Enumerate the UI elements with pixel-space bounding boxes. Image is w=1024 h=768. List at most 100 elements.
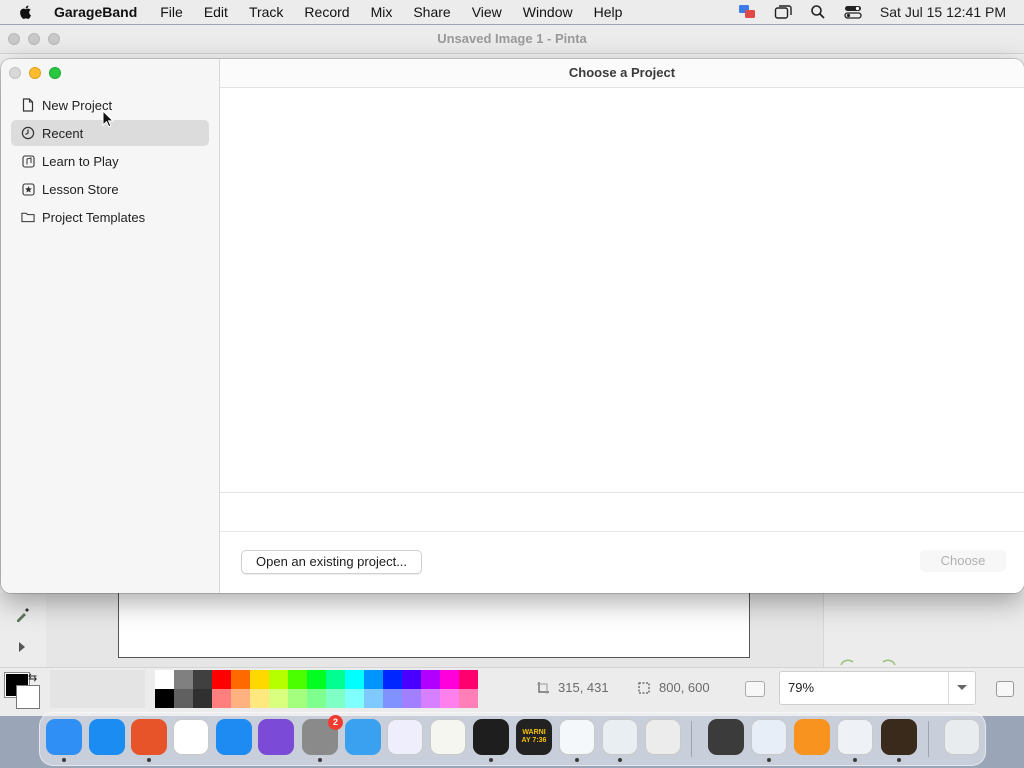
palette-swatch[interactable] bbox=[307, 689, 326, 708]
choose-button[interactable]: Choose bbox=[920, 550, 1006, 572]
running-indicator bbox=[897, 758, 901, 762]
nav-item-lesson-store[interactable]: Lesson Store bbox=[11, 176, 209, 202]
palette-swatch[interactable] bbox=[269, 670, 288, 689]
palette-swatch[interactable] bbox=[250, 689, 269, 708]
palette-swatch[interactable] bbox=[364, 689, 383, 708]
color-picker-tool-icon[interactable] bbox=[14, 605, 32, 623]
palette-swatch[interactable] bbox=[345, 689, 364, 708]
screen-sharing-icon[interactable] bbox=[751, 719, 787, 755]
settings-icon[interactable]: 2 bbox=[302, 715, 343, 755]
menu-view[interactable]: View bbox=[472, 4, 502, 20]
secondary-color-swatch[interactable] bbox=[16, 685, 40, 709]
palette-swatch[interactable] bbox=[193, 689, 212, 708]
configurator-icon[interactable] bbox=[258, 719, 294, 755]
menu-bar: GarageBand File Edit Track Record Mix Sh… bbox=[0, 0, 1024, 24]
terminal-icon[interactable] bbox=[473, 719, 509, 755]
zoom-fit-button[interactable] bbox=[996, 681, 1014, 697]
garageband-icon[interactable] bbox=[881, 719, 917, 755]
palette-swatch[interactable] bbox=[402, 670, 421, 689]
palette-swatch[interactable] bbox=[231, 670, 250, 689]
color-palette bbox=[155, 670, 478, 708]
zoom-value: 79% bbox=[788, 680, 815, 695]
close-button[interactable] bbox=[9, 67, 21, 79]
weather-icon[interactable] bbox=[345, 719, 381, 755]
menu-record[interactable]: Record bbox=[304, 4, 349, 20]
menu-mix[interactable]: Mix bbox=[371, 4, 393, 20]
history-arrows-icon[interactable] bbox=[838, 655, 898, 667]
menu-help[interactable]: Help bbox=[594, 4, 623, 20]
nav-item-project-templates[interactable]: Project Templates bbox=[11, 204, 209, 230]
vscode-icon[interactable] bbox=[559, 719, 595, 755]
search-icon[interactable] bbox=[810, 4, 826, 20]
menu-share[interactable]: Share bbox=[413, 4, 450, 20]
palette-swatch[interactable] bbox=[174, 670, 193, 689]
window-icon[interactable] bbox=[774, 4, 792, 20]
palette-swatch[interactable] bbox=[402, 689, 421, 708]
visual-studio-icon[interactable] bbox=[387, 719, 423, 755]
menu-edit[interactable]: Edit bbox=[204, 4, 228, 20]
running-indicator bbox=[767, 758, 771, 762]
chrome-icon[interactable] bbox=[173, 719, 209, 755]
console-icon[interactable]: WARNI AY 7:36 bbox=[516, 719, 552, 755]
palette-swatch[interactable] bbox=[155, 689, 174, 708]
safari-icon[interactable] bbox=[89, 719, 125, 755]
palette-swatch[interactable] bbox=[155, 670, 174, 689]
apple-icon[interactable] bbox=[18, 4, 34, 20]
finder-icon[interactable] bbox=[46, 719, 82, 755]
screen-share-icon[interactable] bbox=[738, 4, 756, 20]
clock-icon bbox=[21, 126, 35, 140]
calculator-icon[interactable] bbox=[708, 719, 744, 755]
menu-bar-clock[interactable]: Sat Jul 15 12:41 PM bbox=[880, 4, 1006, 20]
menu-app-name[interactable]: GarageBand bbox=[54, 4, 137, 20]
preview-icon[interactable] bbox=[602, 719, 638, 755]
nav-item-learn-to-play[interactable]: Learn to Play bbox=[11, 148, 209, 174]
expand-tools-icon[interactable] bbox=[17, 641, 27, 653]
swap-colors-icon[interactable]: ⇆ bbox=[28, 671, 37, 684]
open-existing-project-button[interactable]: Open an existing project... bbox=[241, 550, 423, 574]
app-store-icon[interactable] bbox=[216, 719, 252, 755]
nav-label: Recent bbox=[42, 125, 84, 141]
zoom-out-button[interactable] bbox=[745, 681, 765, 697]
palette-swatch[interactable] bbox=[459, 689, 478, 708]
control-center-icon[interactable] bbox=[844, 4, 862, 20]
palette-swatch[interactable] bbox=[421, 689, 440, 708]
trash-icon[interactable] bbox=[944, 719, 980, 755]
palette-swatch[interactable] bbox=[174, 689, 193, 708]
launchpad-icon[interactable] bbox=[645, 719, 681, 755]
palette-swatch[interactable] bbox=[326, 670, 345, 689]
textedit-icon[interactable] bbox=[430, 719, 466, 755]
palette-swatch[interactable] bbox=[212, 689, 231, 708]
palette-swatch[interactable] bbox=[288, 689, 307, 708]
zoom-button[interactable] bbox=[49, 67, 61, 79]
project-list-area[interactable] bbox=[220, 88, 1024, 492]
palette-swatch[interactable] bbox=[440, 670, 459, 689]
zoom-combobox[interactable]: 79% bbox=[779, 671, 976, 705]
palette-swatch[interactable] bbox=[459, 670, 478, 689]
palette-swatch[interactable] bbox=[383, 689, 402, 708]
image-size-value: 800, 600 bbox=[659, 680, 710, 695]
palette-swatch[interactable] bbox=[307, 670, 326, 689]
palette-swatch[interactable] bbox=[193, 670, 212, 689]
project-sidebar: New Project Recent Learn to Play Lesson … bbox=[1, 59, 220, 593]
menu-track[interactable]: Track bbox=[249, 4, 283, 20]
palette-swatch[interactable] bbox=[269, 689, 288, 708]
minimize-button[interactable] bbox=[29, 67, 41, 79]
palette-swatch[interactable] bbox=[364, 670, 383, 689]
menu-window[interactable]: Window bbox=[523, 4, 573, 20]
palette-swatch[interactable] bbox=[421, 670, 440, 689]
palette-swatch[interactable] bbox=[288, 670, 307, 689]
palette-swatch[interactable] bbox=[250, 670, 269, 689]
image-canvas[interactable] bbox=[118, 591, 750, 658]
pinta-icon[interactable] bbox=[837, 719, 873, 755]
firefox-icon[interactable] bbox=[131, 719, 167, 755]
books-icon[interactable] bbox=[794, 719, 830, 755]
palette-swatch[interactable] bbox=[383, 670, 402, 689]
palette-swatch[interactable] bbox=[345, 670, 364, 689]
zoom-dropdown-icon[interactable] bbox=[948, 672, 975, 704]
notification-badge: 2 bbox=[328, 715, 343, 730]
palette-swatch[interactable] bbox=[440, 689, 459, 708]
palette-swatch[interactable] bbox=[212, 670, 231, 689]
palette-swatch[interactable] bbox=[326, 689, 345, 708]
palette-swatch[interactable] bbox=[231, 689, 250, 708]
menu-file[interactable]: File bbox=[160, 4, 183, 20]
